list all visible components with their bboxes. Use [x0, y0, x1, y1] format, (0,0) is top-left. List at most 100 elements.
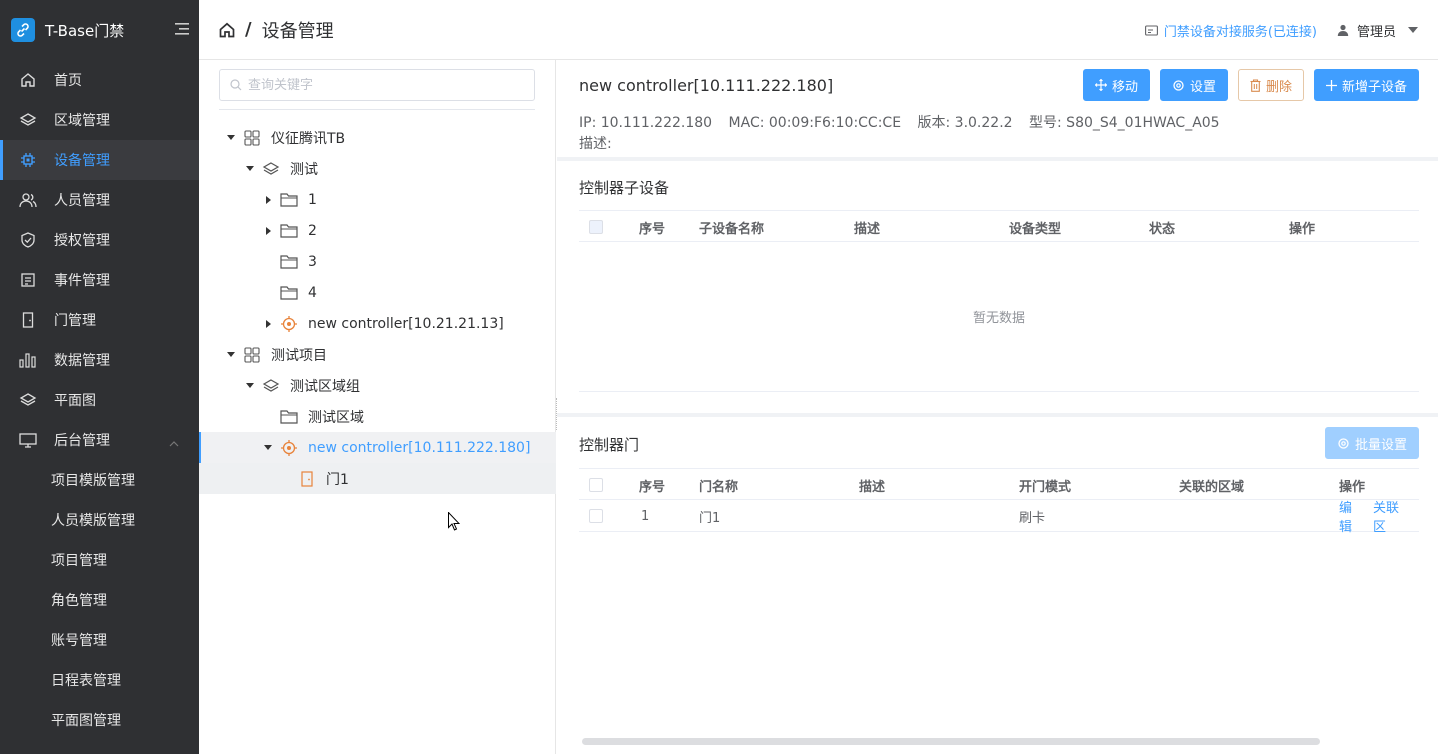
column-header: 操作: [1289, 221, 1316, 237]
sidebar-item-home[interactable]: 首页: [0, 60, 199, 100]
section-divider: [557, 413, 1438, 417]
select-all-checkbox[interactable]: [589, 478, 603, 492]
caret-down-icon[interactable]: [244, 166, 256, 171]
door-icon: [298, 470, 316, 488]
batch-settings-button[interactable]: 批量设置: [1324, 427, 1419, 459]
trash-icon: [1250, 78, 1261, 92]
status-card-icon: [1144, 24, 1158, 36]
divider: [219, 109, 535, 110]
tree-search: [219, 69, 535, 101]
horizontal-scrollbar[interactable]: [582, 738, 1320, 745]
link-area-link[interactable]: 关联区: [1373, 497, 1409, 535]
door-name: 门1: [699, 510, 721, 526]
tree-node-controller[interactable]: new controller[10.21.21.13]: [199, 308, 556, 339]
tree-node-area-group[interactable]: 测试区域组: [199, 370, 556, 401]
sidebar-item-label: 事件管理: [54, 273, 110, 289]
sidebar-subitem-role[interactable]: 角色管理: [0, 580, 199, 620]
tree-node-controller-selected[interactable]: new controller[10.111.222.180]: [199, 432, 556, 463]
device-tree: 仪征腾讯TB 测试 1 2 3 4 new controller[10.21.2…: [199, 122, 556, 494]
tree-node-area-group[interactable]: 测试: [199, 153, 556, 184]
sidebar-subitem-label: 账号管理: [51, 633, 107, 649]
gear-icon: [1173, 79, 1184, 91]
caret-down-icon[interactable]: [244, 383, 256, 388]
move-button[interactable]: 移动: [1082, 69, 1150, 101]
caret-right-icon[interactable]: [262, 319, 274, 328]
mouse-cursor-icon: [448, 511, 461, 535]
tree-node-label: 测试项目: [271, 347, 327, 364]
caret-down-icon[interactable]: [225, 352, 237, 357]
settings-button[interactable]: 设置: [1159, 69, 1228, 101]
sidebar-subitem-person-template[interactable]: 人员模版管理: [0, 500, 199, 540]
grid-icon: [243, 346, 261, 364]
delete-button[interactable]: 删除: [1237, 69, 1304, 101]
service-status-link[interactable]: 门禁设备对接服务(已连接): [1144, 21, 1317, 40]
sidebar-subitem-label: 项目模版管理: [51, 473, 135, 489]
sidebar-subitem-label: 角色管理: [51, 593, 107, 609]
sidebar-subitem-label: 人员模版管理: [51, 513, 135, 529]
user-menu[interactable]: 管理员: [1337, 21, 1418, 40]
sidebar-item-person[interactable]: 人员管理: [0, 180, 199, 220]
caret-down-icon[interactable]: [225, 135, 237, 140]
tree-node-area[interactable]: 测试区域: [199, 401, 556, 432]
empty-state: 暂无数据: [579, 242, 1419, 392]
collapse-menu-icon[interactable]: [175, 22, 191, 36]
add-subdevice-button[interactable]: 新增子设备: [1313, 69, 1419, 101]
subdevices-title: 控制器子设备: [579, 179, 670, 197]
home-icon[interactable]: [219, 22, 235, 38]
sidebar-item-floorplan[interactable]: 平面图: [0, 380, 199, 420]
sidebar-item-data[interactable]: 数据管理: [0, 340, 199, 380]
sidebar-item-label: 门管理: [54, 313, 96, 329]
tree-node-label: 1: [308, 191, 317, 208]
service-status-text: 门禁设备对接服务(已连接): [1163, 24, 1317, 40]
sidebar-subitem-project-template[interactable]: 项目模版管理: [0, 460, 199, 500]
folder-icon: [280, 191, 298, 209]
section-divider: [557, 157, 1438, 161]
gear-icon: [1338, 437, 1349, 449]
tree-search-input[interactable]: [248, 77, 518, 93]
tree-node-area[interactable]: 2: [199, 215, 556, 246]
doors-table: 序号 门名称 描述 开门模式 关联的区域 操作 1 门1 刷卡 编辑 关联区: [579, 468, 1419, 535]
folder-icon: [280, 253, 298, 271]
column-header: 设备类型: [1009, 221, 1062, 237]
sidebar-subitem-floorplan[interactable]: 平面图管理: [0, 700, 199, 740]
subdevices-table: 序号 子设备名称 描述 设备类型 状态 操作 暂无数据: [579, 210, 1419, 392]
tree-node-project[interactable]: 仪征腾讯TB: [199, 122, 556, 153]
sidebar-item-auth[interactable]: 授权管理: [0, 220, 199, 260]
caret-right-icon[interactable]: [262, 226, 274, 235]
select-all-checkbox[interactable]: [589, 220, 603, 234]
caret-right-icon[interactable]: [262, 195, 274, 204]
sidebar-subitem-schedule[interactable]: 日程表管理: [0, 660, 199, 700]
sidebar-subitem-account[interactable]: 账号管理: [0, 620, 199, 660]
tree-node-door[interactable]: 门1: [199, 463, 556, 494]
sidebar-item-device[interactable]: 设备管理: [0, 140, 199, 180]
door-open-mode: 刷卡: [1019, 510, 1046, 526]
sidebar-item-backend[interactable]: 后台管理: [0, 420, 199, 460]
add-subdevice-button-label: 新增子设备: [1341, 79, 1407, 95]
tree-node-area[interactable]: 3: [199, 246, 556, 277]
door-icon: [19, 311, 37, 329]
home-icon: [19, 71, 37, 89]
column-header: 门名称: [699, 479, 739, 495]
tree-node-area[interactable]: 4: [199, 277, 556, 308]
sidebar-item-label: 授权管理: [54, 233, 110, 249]
edit-link[interactable]: 编辑: [1339, 497, 1363, 535]
tree-node-area[interactable]: 1: [199, 184, 556, 215]
caret-down-icon[interactable]: [262, 445, 274, 450]
controller-ip: IP: 10.111.222.180: [579, 115, 713, 131]
sidebar-item-door[interactable]: 门管理: [0, 300, 199, 340]
controller-version: 版本: 3.0.22.2: [917, 115, 1013, 131]
column-header: 开门模式: [1019, 479, 1072, 495]
users-icon: [19, 191, 37, 209]
tree-node-label: 2: [308, 222, 317, 239]
row-checkbox[interactable]: [589, 509, 603, 523]
sidebar-item-event[interactable]: 事件管理: [0, 260, 199, 300]
sidebar-item-label: 人员管理: [54, 193, 110, 209]
sidebar-item-area[interactable]: 区域管理: [0, 100, 199, 140]
sidebar-item-label: 数据管理: [54, 353, 110, 369]
monitor-icon: [19, 431, 37, 449]
caret-down-icon: [1408, 27, 1418, 33]
sidebar-subitem-project[interactable]: 项目管理: [0, 540, 199, 580]
tree-node-label: new controller[10.21.21.13]: [308, 315, 504, 332]
tree-node-project[interactable]: 测试项目: [199, 339, 556, 370]
batch-settings-label: 批量设置: [1354, 437, 1407, 453]
